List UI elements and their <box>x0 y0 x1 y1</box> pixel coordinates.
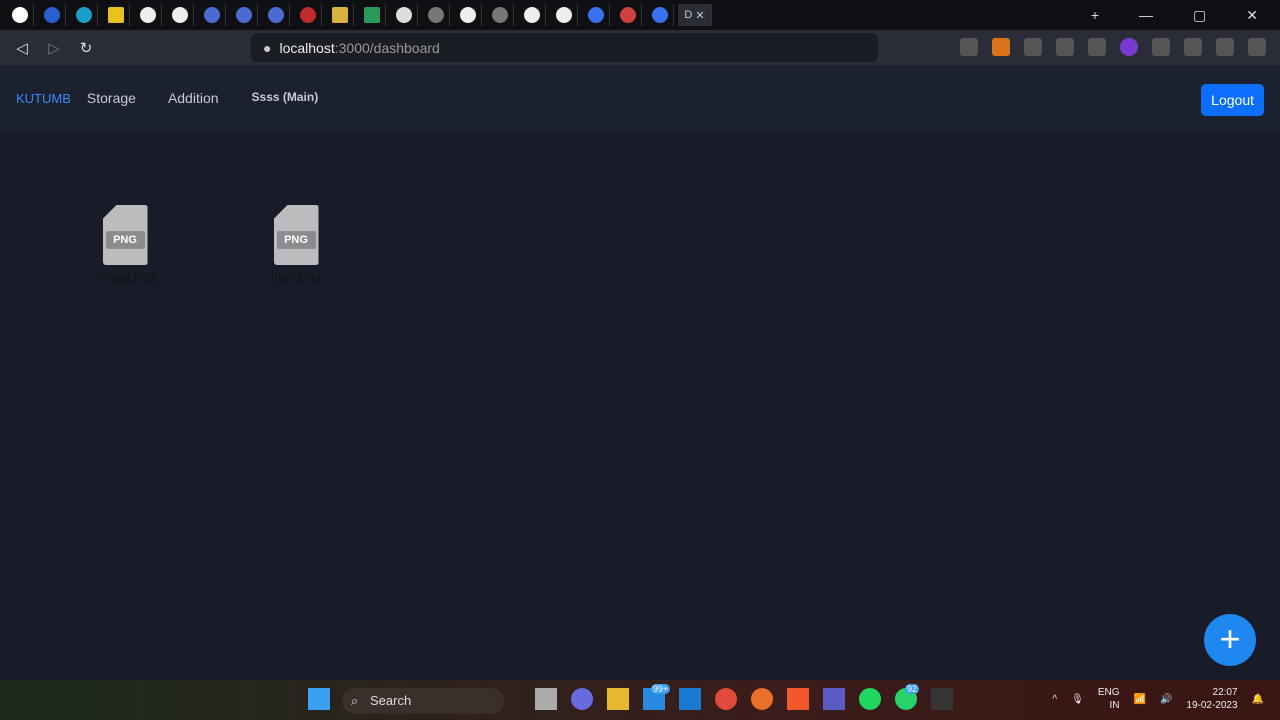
browser-tab[interactable] <box>6 4 34 26</box>
extension-icon[interactable] <box>960 38 978 56</box>
nav-addition[interactable]: Addition <box>168 90 219 106</box>
taskbar-apps <box>308 688 330 710</box>
vscode-icon[interactable] <box>679 688 701 710</box>
browser-tab[interactable] <box>70 4 98 26</box>
browser-tab[interactable] <box>422 4 450 26</box>
wifi-icon[interactable]: 📶 <box>1133 694 1145 705</box>
windows-start-icon[interactable] <box>308 688 330 710</box>
terminal-icon[interactable] <box>931 688 953 710</box>
browser-tab[interactable] <box>646 4 674 26</box>
extension-icon[interactable] <box>1024 38 1042 56</box>
app-navbar: KUTUMB Storage Addition Ssss (Main) Logo… <box>0 65 1280 131</box>
search-icon: ⌕ <box>351 693 359 708</box>
browser-tab[interactable] <box>518 4 546 26</box>
volume-icon[interactable]: 🔊 <box>1160 694 1172 705</box>
teams-icon[interactable] <box>823 688 845 710</box>
current-folder: Ssss (Main) <box>251 89 319 104</box>
add-file-button[interactable]: + <box>1204 614 1256 666</box>
extension-icon[interactable] <box>1056 38 1074 56</box>
browser-tab[interactable] <box>134 4 162 26</box>
browser-tab[interactable] <box>614 4 642 26</box>
browser-tab-strip: D ✕ + — ▢ ✕ <box>0 0 1280 30</box>
logout-button[interactable]: Logout <box>1201 84 1264 116</box>
file-name: image.png <box>94 269 156 284</box>
back-icon[interactable]: ◁ <box>6 39 38 57</box>
plus-icon: + <box>1219 618 1241 659</box>
clock[interactable]: 22:07 19-02-2023 <box>1186 686 1237 712</box>
browser-tab[interactable] <box>326 4 354 26</box>
browser-tab[interactable] <box>390 4 418 26</box>
chevron-up-icon[interactable]: ^ <box>1052 694 1057 705</box>
png-file-icon: PNG <box>102 205 148 265</box>
language-indicator[interactable]: ENG IN <box>1098 686 1120 712</box>
mic-icon[interactable]: 🎙 <box>1071 694 1084 705</box>
chrome-icon[interactable] <box>715 688 737 710</box>
notification-icon[interactable]: 🔔 <box>1252 694 1264 705</box>
minimize-icon[interactable]: — <box>1139 7 1153 24</box>
forward-icon[interactable]: ▷ <box>38 39 70 57</box>
browser-tab[interactable] <box>230 4 258 26</box>
browser-tab[interactable] <box>166 4 194 26</box>
sidebar-icon[interactable] <box>1184 38 1202 56</box>
browser-tab[interactable] <box>358 4 386 26</box>
browser-tab-active[interactable]: D ✕ <box>678 4 712 26</box>
chat-icon[interactable] <box>571 688 593 710</box>
extension-icon[interactable] <box>1088 38 1106 56</box>
extension-icon[interactable] <box>992 38 1010 56</box>
nav-storage[interactable]: Storage <box>87 90 136 106</box>
pinned-apps: 99+ 92 <box>535 684 953 710</box>
address-bar[interactable]: ● localhost:3000/dashboard <box>251 33 878 62</box>
browser-tab[interactable] <box>582 4 610 26</box>
browser-tab[interactable] <box>550 4 578 26</box>
browser-tab[interactable] <box>198 4 226 26</box>
file-item[interactable]: PNG image.png <box>80 205 170 284</box>
close-icon[interactable]: ✕ <box>1246 7 1258 24</box>
task-view-icon[interactable] <box>535 688 557 710</box>
browser-tab[interactable] <box>102 4 130 26</box>
file-explorer-icon[interactable] <box>607 688 629 710</box>
firefox-icon[interactable] <box>751 688 773 710</box>
menu-icon[interactable] <box>1248 38 1266 56</box>
browser-tab[interactable] <box>486 4 514 26</box>
spotify-icon[interactable] <box>859 688 881 710</box>
browser-tab[interactable] <box>262 4 290 26</box>
new-tab-icon[interactable]: + <box>1091 7 1099 24</box>
puzzle-icon[interactable] <box>1152 38 1170 56</box>
brave-icon[interactable] <box>787 688 809 710</box>
extensions-bar <box>960 38 1266 56</box>
whatsapp-icon[interactable]: 92 <box>895 684 920 710</box>
browser-tab[interactable] <box>454 4 482 26</box>
browser-tab[interactable] <box>38 4 66 26</box>
wallet-icon[interactable] <box>1216 38 1234 56</box>
system-tray: ^ 🎙 ENG IN 📶 🔊 22:07 19-02-2023 🔔 <box>1052 686 1264 712</box>
maximize-icon[interactable]: ▢ <box>1193 7 1206 24</box>
taskbar-search[interactable]: ⌕ Search <box>342 688 504 714</box>
file-name: logo.png <box>271 269 321 284</box>
mail-icon[interactable]: 99+ <box>643 684 671 710</box>
file-item[interactable]: PNG logo.png <box>251 205 341 284</box>
png-file-icon: PNG <box>273 205 319 265</box>
browser-tab[interactable] <box>294 4 322 26</box>
info-icon: ● <box>263 39 272 56</box>
reload-icon[interactable]: ↻ <box>70 39 102 57</box>
brand[interactable]: KUTUMB <box>16 91 71 106</box>
extension-icon[interactable] <box>1120 38 1138 56</box>
